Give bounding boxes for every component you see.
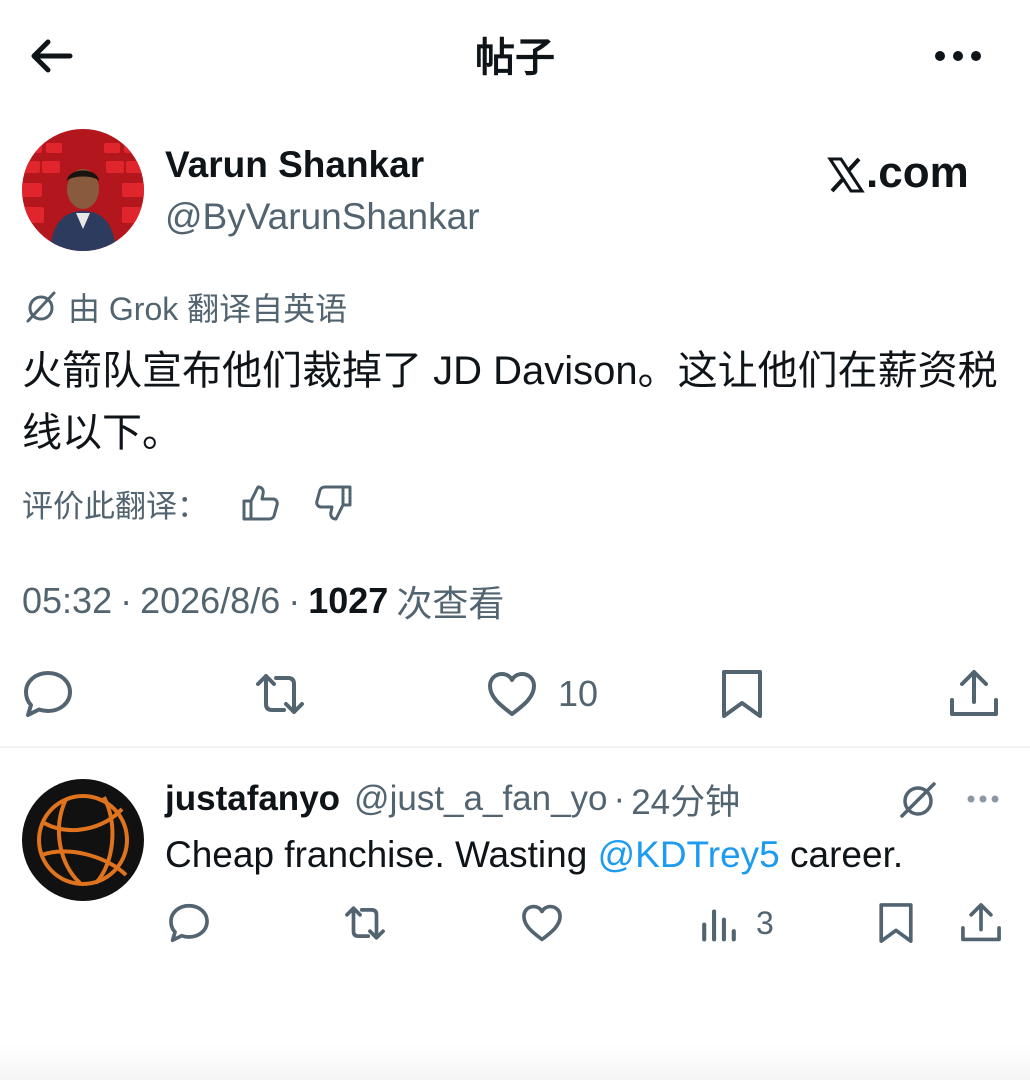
author-handle[interactable]: @ByVarunShankar <box>165 192 480 242</box>
translation-label: 由 Grok 翻译自英语 <box>68 291 348 327</box>
reply-like-button[interactable] <box>519 895 565 951</box>
more-horizontal-icon <box>967 795 999 803</box>
retweet-icon <box>345 906 385 940</box>
reply-text-end: career. <box>779 834 904 875</box>
reply-header: justafanyo @just_a_fan_yo · 24分钟 <box>165 774 740 824</box>
reply-more-button[interactable] <box>962 782 1004 816</box>
more-horizontal-icon <box>935 51 981 61</box>
bottom-edge <box>0 1044 1030 1080</box>
reply-views-count: 3 <box>756 904 774 941</box>
analytics-icon <box>702 909 736 942</box>
reply-text-start: Cheap franchise. Wasting <box>165 834 598 875</box>
retweet-icon <box>256 674 304 714</box>
separator: · <box>288 580 301 621</box>
comment-icon <box>24 671 72 717</box>
divider <box>0 746 1030 748</box>
reply-author-name[interactable]: justafanyo <box>165 779 340 819</box>
translation-info: 由 Grok 翻译自英语 <box>22 284 347 330</box>
thumbs-up-button[interactable] <box>238 481 282 525</box>
bookmark-icon <box>879 903 913 943</box>
likes-count: 10 <box>558 673 599 714</box>
thumbs-down-icon <box>315 485 352 521</box>
translate-button[interactable] <box>896 778 940 822</box>
heart-icon <box>522 904 562 942</box>
reply-share-button[interactable] <box>958 895 1004 951</box>
share-icon <box>950 670 998 716</box>
page-title: 帖子 <box>475 36 555 80</box>
share-icon <box>961 903 1001 942</box>
retweet-button[interactable] <box>252 664 308 724</box>
reply-retweet-button[interactable] <box>342 895 388 951</box>
separator: · <box>120 580 133 621</box>
reply-bookmark-button[interactable] <box>873 895 919 951</box>
reply-text: Cheap franchise. Wasting @KDTrey5 career… <box>165 830 903 880</box>
post-text: 火箭队宣布他们裁掉了 JD Davison。这让他们在薪资税线以下。 <box>22 349 998 455</box>
post-date: 2026/8/6 <box>140 580 281 621</box>
comment-icon <box>169 903 209 943</box>
reply-avatar[interactable] <box>22 779 144 901</box>
thumbs-up-icon <box>242 485 279 521</box>
post-time: 05:32 <box>22 580 113 621</box>
author-name[interactable]: Varun Shankar <box>165 140 424 190</box>
mention-link[interactable]: @KDTrey5 <box>598 834 780 875</box>
watermark-text: .com <box>866 148 969 197</box>
reply-author-handle[interactable]: @just_a_fan_yo <box>354 779 607 819</box>
reply-button[interactable] <box>20 664 76 724</box>
post-meta: 05:32 · 2026/8/6 · 1027 次查看 <box>22 576 504 626</box>
reply-views-button[interactable]: 3 <box>696 895 774 951</box>
share-button[interactable] <box>946 664 1002 724</box>
views-label: 次查看 <box>396 583 505 624</box>
reply-time: 24分钟 <box>631 782 741 822</box>
rate-translation-label: 评价此翻译： <box>22 488 208 524</box>
thumbs-down-button[interactable] <box>312 481 356 525</box>
bookmark-button[interactable] <box>714 664 770 724</box>
grok-icon <box>900 782 936 818</box>
like-button[interactable]: 10 <box>484 664 598 724</box>
more-options-button[interactable] <box>926 36 990 76</box>
grok-icon <box>26 291 56 323</box>
separator: · <box>613 779 626 818</box>
heart-icon <box>488 672 536 716</box>
bookmark-icon <box>722 670 762 718</box>
rate-translation: 评价此翻译： <box>22 478 356 528</box>
author-avatar[interactable] <box>22 129 144 251</box>
reply-comment-button[interactable] <box>166 895 212 951</box>
views-count: 1027 <box>308 580 389 621</box>
